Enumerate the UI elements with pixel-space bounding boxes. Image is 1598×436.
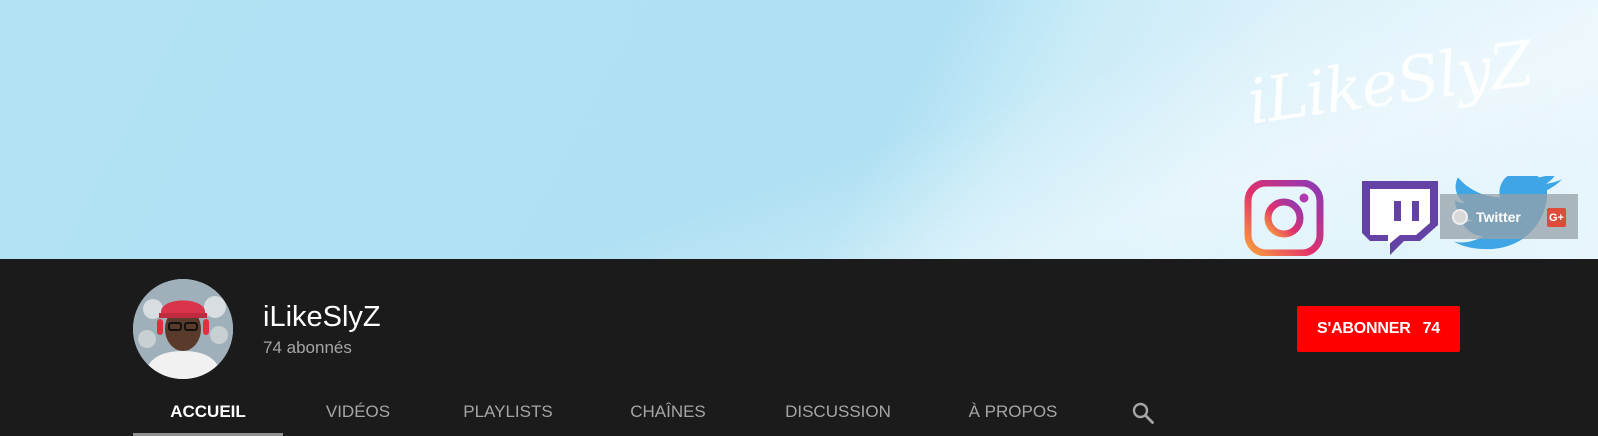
tab-a-propos[interactable]: À PROPOS (953, 388, 1073, 436)
globe-icon (1452, 208, 1468, 225)
banner-link-label: Twitter (1476, 208, 1521, 225)
channel-tabs: ACCUEIL VIDÉOS PLAYLISTS CHAÎNES DISCUSS… (133, 388, 1193, 436)
subscriber-count: 74 abonnés (263, 338, 352, 357)
subscribe-button[interactable]: S'ABONNER 74 (1297, 306, 1460, 352)
banner-signature-logo: iLikeSlyZ (1238, 14, 1578, 164)
avatar[interactable] (133, 279, 233, 379)
subscribe-count: 74 (1422, 320, 1441, 337)
google-plus-icon[interactable]: G+ (1547, 208, 1566, 227)
banner-signature-text: iLikeSlyZ (1242, 26, 1537, 139)
avatar-image (133, 279, 233, 379)
subscribe-label: S'ABONNER (1317, 320, 1411, 337)
channel-banner: iLikeSlyZ Twitter G+ (0, 0, 1598, 259)
twitch-icon (1362, 181, 1438, 255)
search-icon[interactable] (1126, 396, 1160, 430)
banner-link-twitter[interactable]: Twitter G+ (1440, 194, 1578, 239)
tab-accueil[interactable]: ACCUEIL (133, 388, 283, 436)
instagram-icon (1244, 180, 1324, 256)
tab-playlists[interactable]: PLAYLISTS (453, 388, 563, 436)
channel-name: iLikeSlyZ (263, 301, 381, 333)
tab-videos[interactable]: VIDÉOS (313, 388, 403, 436)
tab-chaines[interactable]: CHAÎNES (613, 388, 723, 436)
tab-discussion[interactable]: DISCUSSION (773, 388, 903, 436)
